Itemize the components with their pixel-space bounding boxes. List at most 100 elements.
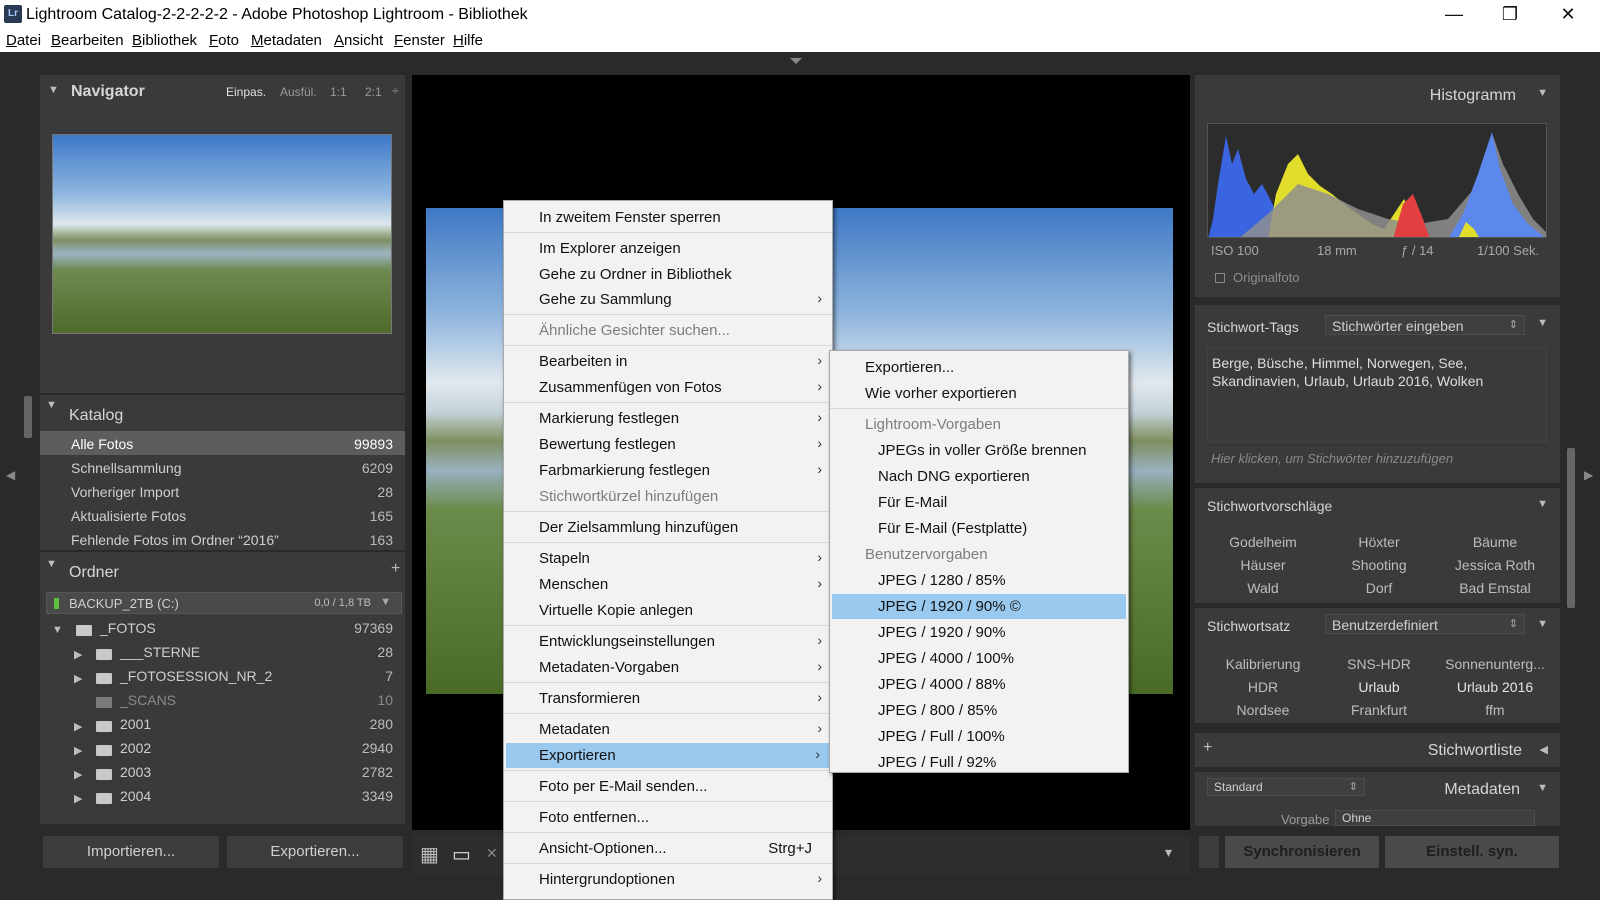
menu-datei[interactable]: Datei <box>6 32 41 49</box>
collapse-triangle-icon[interactable]: ▼ <box>1537 782 1548 794</box>
loupe-view-icon[interactable]: ▭ <box>452 842 471 867</box>
sync-button[interactable]: Synchronisieren <box>1224 835 1380 869</box>
keyword-suggestion[interactable]: Höxter <box>1321 534 1437 550</box>
folder-item-sterne[interactable]: ___STERNE <box>120 644 200 660</box>
collapse-triangle-icon[interactable]: ▼ <box>1537 317 1548 329</box>
submenu-item-jpeg-1920-90[interactable]: JPEG / 1920 / 90% <box>830 620 1128 645</box>
expand-triangle-icon[interactable]: ◀ <box>1540 743 1548 756</box>
menu-item-add-to-target-collection[interactable]: Der Zielsammlung hinzufügen <box>504 515 832 540</box>
keyword-set-item[interactable]: Kalibrierung <box>1205 656 1321 672</box>
keyword-set-item[interactable]: Nordsee <box>1205 702 1321 718</box>
folder-item-2001[interactable]: 2001 <box>120 716 151 732</box>
keyword-set-item[interactable]: Urlaub <box>1321 679 1437 695</box>
menu-item-go-to-folder[interactable]: Gehe zu Ordner in Bibliothek <box>504 262 832 287</box>
metadata-preset-dropdown[interactable]: Standard ⇕ <box>1207 778 1365 796</box>
zoom-1-1[interactable]: 1:1 <box>330 85 347 99</box>
menu-item-metadata[interactable]: Metadaten › <box>504 717 832 742</box>
menu-foto[interactable]: Foto <box>209 32 239 49</box>
grid-view-icon[interactable]: ▦ <box>420 842 439 867</box>
menu-item-remove-photo[interactable]: Foto entfernen... <box>504 805 832 830</box>
keyword-set-item[interactable]: Sonnenunterg... <box>1437 656 1553 672</box>
menu-hilfe[interactable]: Hilfe <box>453 32 483 49</box>
collapse-top-panel-icon[interactable] <box>790 58 802 64</box>
add-keyword-icon[interactable]: + <box>1203 739 1212 757</box>
submenu-item-jpeg-800-85[interactable]: JPEG / 800 / 85% <box>830 698 1128 723</box>
catalog-item-vorheriger-import[interactable]: Vorheriger Import <box>71 484 179 500</box>
keyword-suggestion[interactable]: Wald <box>1205 580 1321 596</box>
keyword-suggestion[interactable]: Bad Emstal <box>1437 580 1553 596</box>
expand-triangle-icon[interactable]: ▶ <box>74 744 82 757</box>
volume-menu-icon[interactable]: ▼ <box>380 596 391 608</box>
right-panel-scrollbar[interactable] <box>1567 448 1575 608</box>
menu-bibliothek[interactable]: Bibliothek <box>132 32 197 49</box>
left-panel-toggle-icon[interactable]: ◀ <box>6 468 15 482</box>
restore-button[interactable]: ❐ <box>1482 0 1538 30</box>
menu-item-create-virtual-copy[interactable]: Virtuelle Kopie anlegen <box>504 598 832 623</box>
keyword-set-item[interactable]: ffm <box>1437 702 1553 718</box>
right-panel-toggle-icon[interactable]: ▶ <box>1584 468 1593 482</box>
keyword-set-item[interactable]: Urlaub 2016 <box>1437 679 1553 695</box>
keyword-set-item[interactable]: HDR <box>1205 679 1321 695</box>
menu-item-export[interactable]: Exportieren › <box>506 743 830 768</box>
keyword-set-dropdown[interactable]: Benutzerdefiniert ⇕ <box>1325 614 1525 634</box>
keyword-suggestion[interactable]: Jessica Roth <box>1437 557 1553 573</box>
menu-item-view-options[interactable]: Ansicht-Optionen... Strg+J <box>504 836 832 861</box>
menu-item-background-options[interactable]: Hintergrundoptionen › <box>504 867 832 892</box>
menu-item-develop-settings[interactable]: Entwicklungseinstellungen › <box>504 629 832 654</box>
zoom-fit[interactable]: Einpas. <box>226 85 266 99</box>
export-button[interactable]: Exportieren... <box>226 835 404 869</box>
submenu-item-export-as-previous[interactable]: Wie vorher exportieren <box>830 381 1128 406</box>
expand-triangle-icon[interactable]: ▶ <box>74 792 82 805</box>
folder-item-2002[interactable]: 2002 <box>120 740 151 756</box>
original-photo-checkbox[interactable] <box>1215 273 1225 283</box>
keyword-suggestion[interactable]: Shooting <box>1321 557 1437 573</box>
metadata-preset-value[interactable]: Ohne <box>1335 810 1535 826</box>
auto-sync-toggle[interactable] <box>1198 835 1220 869</box>
keyword-set-item[interactable]: SNS-HDR <box>1321 656 1437 672</box>
menu-item-set-rating[interactable]: Bewertung festlegen › <box>504 432 832 457</box>
menu-item-merge-photos[interactable]: Zusammenfügen von Fotos › <box>504 375 832 400</box>
menu-ansicht[interactable]: Ansicht <box>334 32 383 49</box>
folder-item-fotos[interactable]: _FOTOS <box>100 620 156 636</box>
compare-view-icon[interactable]: ✕ <box>486 845 498 862</box>
menu-item-people[interactable]: Menschen › <box>504 572 832 597</box>
keyword-set-item[interactable]: Frankfurt <box>1321 702 1437 718</box>
submenu-item-export[interactable]: Exportieren... <box>830 355 1128 380</box>
left-panel-scrollbar[interactable] <box>24 396 32 438</box>
expand-triangle-icon[interactable]: ▶ <box>74 768 82 781</box>
menu-item-lock-second-window[interactable]: In zweitem Fenster sperren <box>504 205 832 230</box>
keyword-entry-dropdown[interactable]: Stichwörter eingeben ⇕ <box>1325 315 1525 335</box>
submenu-item-export-dng[interactable]: Nach DNG exportieren <box>830 464 1128 489</box>
close-button[interactable]: ✕ <box>1540 0 1596 30</box>
collapse-triangle-icon[interactable]: ▼ <box>1537 618 1548 630</box>
toolbar-options-icon[interactable]: ▾ <box>1165 844 1172 861</box>
folder-item-fotosession[interactable]: _FOTOSESSION_NR_2 <box>120 668 272 684</box>
submenu-item-burn-full-jpegs[interactable]: JPEGs in voller Größe brennen <box>830 438 1128 463</box>
menu-item-stacking[interactable]: Stapeln › <box>504 546 832 571</box>
import-button[interactable]: Importieren... <box>42 835 220 869</box>
keyword-suggestion[interactable]: Godelheim <box>1205 534 1321 550</box>
add-folder-icon[interactable]: + <box>391 560 400 578</box>
keyword-suggestion[interactable]: Häuser <box>1205 557 1321 573</box>
keywords-textarea[interactable]: Berge, Büsche, Himmel, Norwegen, See, Sk… <box>1207 347 1547 442</box>
folder-item-scans[interactable]: _SCANS <box>120 692 176 708</box>
navigator-preview-image[interactable] <box>52 134 392 334</box>
submenu-item-jpeg-1280-85[interactable]: JPEG / 1280 / 85% <box>830 568 1128 593</box>
menu-item-transform[interactable]: Transformieren › <box>504 686 832 711</box>
volume-bar[interactable]: BACKUP_2TB (C:) 0,0 / 1,8 TB ▼ <box>46 592 402 614</box>
submenu-item-jpeg-1920-90-copyright[interactable]: JPEG / 1920 / 90% © <box>832 594 1126 619</box>
menu-item-metadata-presets[interactable]: Metadaten-Vorgaben › <box>504 655 832 680</box>
collapse-triangle-icon[interactable]: ▼ <box>1537 498 1548 510</box>
catalog-item-alle-fotos[interactable]: Alle Fotos <box>71 436 133 452</box>
zoom-more-icon[interactable]: ÷ <box>392 84 399 98</box>
catalog-item-fehlende-fotos[interactable]: Fehlende Fotos im Ordner “2016” <box>71 532 279 548</box>
submenu-item-jpeg-full-92[interactable]: JPEG / Full / 92% <box>830 750 1128 775</box>
submenu-item-for-email[interactable]: Für E-Mail <box>830 490 1128 515</box>
add-keywords-field[interactable]: Hier klicken, um Stichwörter hinzuzufüge… <box>1207 445 1547 469</box>
submenu-item-jpeg-4000-88[interactable]: JPEG / 4000 / 88% <box>830 672 1128 697</box>
catalog-item-aktualisierte-fotos[interactable]: Aktualisierte Fotos <box>71 508 186 524</box>
zoom-2-1[interactable]: 2:1 <box>365 85 382 99</box>
menu-item-go-to-collection[interactable]: Gehe zu Sammlung › <box>504 287 832 312</box>
collapse-triangle-icon[interactable]: ▼ <box>46 558 57 570</box>
collapse-triangle-icon[interactable]: ▼ <box>46 399 57 411</box>
